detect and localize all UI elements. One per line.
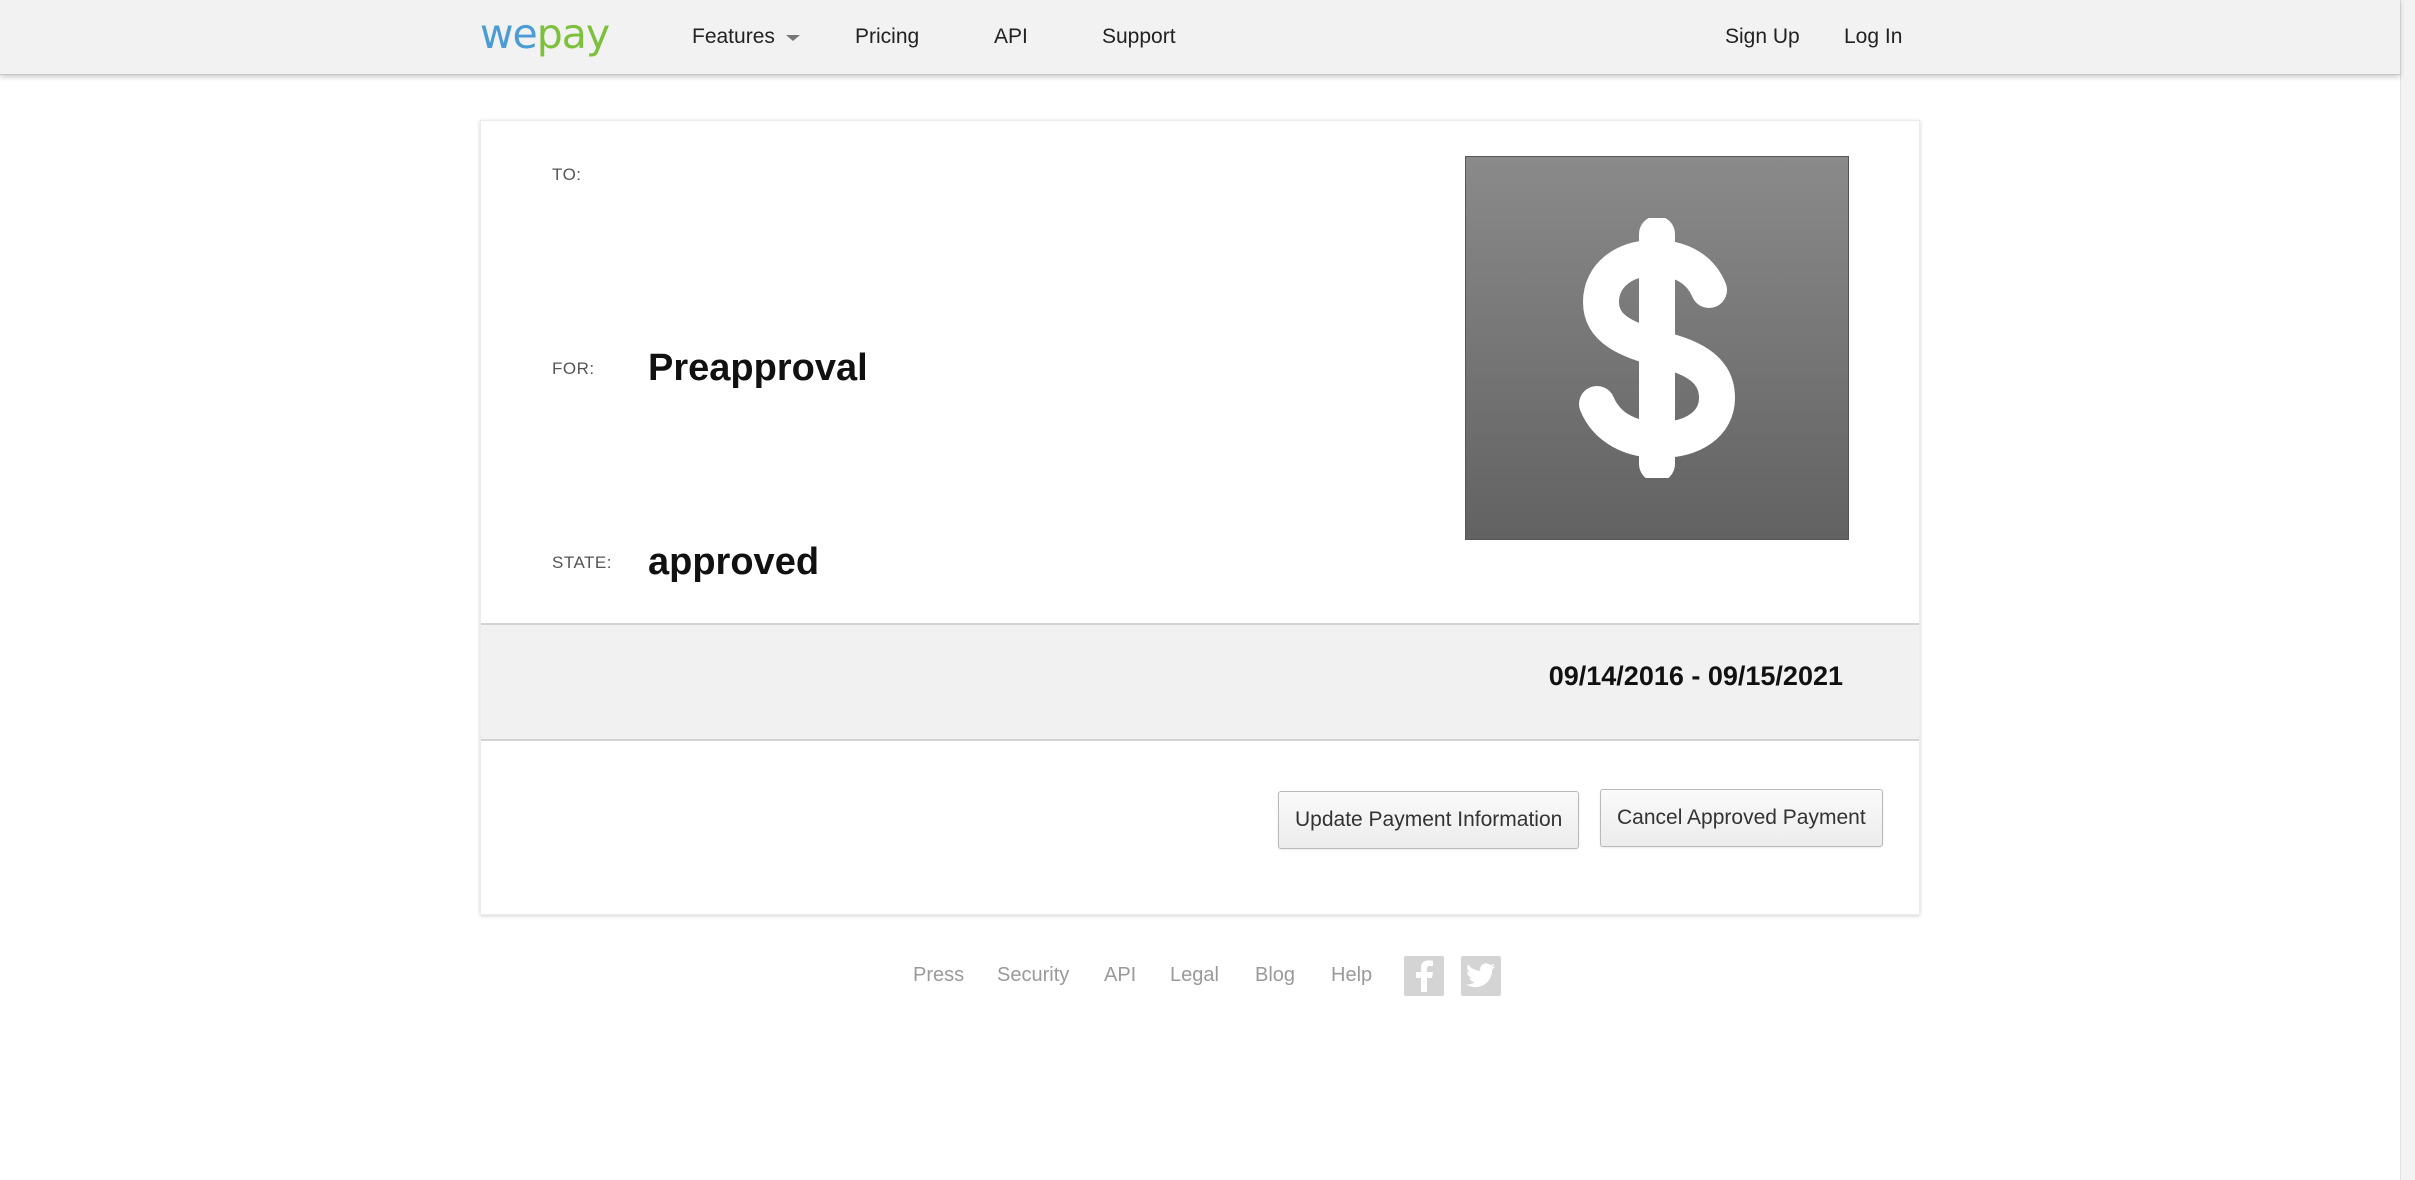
cancel-approved-payment-button[interactable]: Cancel Approved Payment (1600, 789, 1883, 847)
footer-link-blog[interactable]: Blog (1255, 964, 1295, 987)
for-label: FOR: (552, 359, 595, 378)
twitter-glyph (1466, 963, 1495, 988)
page-scrollbar[interactable] (2400, 0, 2415, 1180)
preapproval-card: TO: FOR: Preapproval STATE: approved 09/… (480, 120, 1920, 915)
state-value: approved (648, 541, 820, 583)
payment-image (1465, 156, 1849, 540)
for-value: Preapproval (648, 347, 868, 389)
nav-features[interactable]: Features (692, 24, 775, 50)
dollar-sign-icon (1579, 218, 1735, 478)
facebook-icon[interactable] (1404, 956, 1444, 996)
logo-we: we (480, 10, 538, 58)
date-range-band: 09/14/2016 - 09/15/2021 (481, 623, 1919, 741)
footer-link-help[interactable]: Help (1331, 964, 1372, 987)
footer-link-press[interactable]: Press (913, 964, 964, 987)
state-label: STATE: (552, 553, 612, 572)
nav-api[interactable]: API (994, 24, 1028, 50)
logo-pay: pay (536, 10, 610, 58)
log-in-link[interactable]: Log In (1844, 24, 1902, 50)
nav-support[interactable]: Support (1102, 24, 1176, 50)
twitter-icon[interactable] (1461, 956, 1501, 996)
facebook-glyph (1416, 960, 1433, 992)
sign-up-link[interactable]: Sign Up (1725, 24, 1800, 50)
footer-link-security[interactable]: Security (997, 964, 1069, 987)
update-payment-information-button[interactable]: Update Payment Information (1278, 791, 1580, 849)
wepay-logo[interactable]: wepay (480, 10, 610, 58)
date-range: 09/14/2016 - 09/15/2021 (1548, 661, 1843, 691)
chevron-down-icon[interactable] (786, 35, 800, 41)
footer-link-api[interactable]: API (1104, 964, 1136, 987)
nav-pricing[interactable]: Pricing (855, 24, 919, 50)
footer-link-legal[interactable]: Legal (1170, 964, 1219, 987)
to-label: TO: (552, 165, 582, 184)
top-navigation-bar: wepay Features Pricing API Support Sign … (0, 0, 2400, 75)
